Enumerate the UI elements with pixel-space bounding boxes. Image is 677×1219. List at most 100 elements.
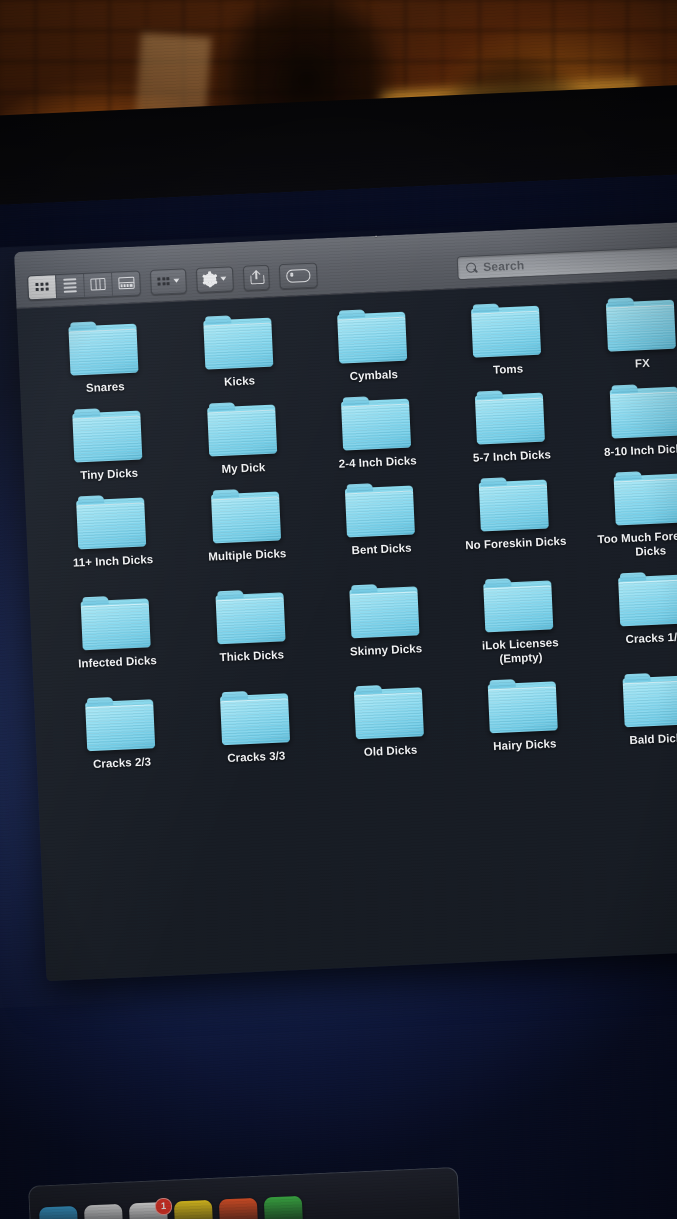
file-label: Cymbals: [349, 369, 399, 384]
search-icon: [466, 262, 477, 273]
file-label: Infected Dicks: [77, 655, 158, 671]
view-mode-segmented-control[interactable]: [27, 269, 142, 300]
folder-icon: [80, 594, 151, 651]
dock-item[interactable]: [218, 1197, 259, 1219]
share-icon: [250, 269, 265, 285]
icon-view-button[interactable]: [28, 274, 58, 299]
list-view-button[interactable]: [56, 273, 86, 298]
file-label: My Dick: [221, 462, 266, 476]
file-item[interactable]: Bent Dicks: [312, 480, 450, 574]
file-label: iLok Licenses (Empty): [481, 637, 559, 666]
folder-icon: [475, 389, 546, 445]
gallery-icon: [117, 276, 135, 290]
dock-item[interactable]: [83, 1203, 124, 1219]
file-item[interactable]: 8-10 Inch Dicks: [576, 381, 677, 461]
file-item[interactable]: Cymbals: [304, 306, 442, 386]
dock-item[interactable]: [38, 1205, 79, 1219]
folder-icon: [202, 314, 273, 370]
folder-icon: [622, 671, 677, 728]
action-menu-button[interactable]: [196, 265, 235, 293]
file-item[interactable]: Skinny Dicks: [316, 581, 454, 675]
folder-icon: [353, 683, 424, 740]
file-label: Thick Dicks: [219, 649, 285, 665]
folder-icon: [215, 588, 286, 645]
tags-button[interactable]: [278, 262, 319, 289]
file-label: Bald Dicks: [629, 732, 677, 748]
folder-icon: [210, 488, 281, 544]
file-item[interactable]: My Dick: [173, 399, 311, 479]
folder-icon: [68, 320, 139, 376]
folder-icon: [344, 482, 415, 538]
file-item[interactable]: 2-4 Inch Dicks: [308, 393, 446, 473]
file-item[interactable]: Cracks 1/3: [585, 569, 677, 663]
folder-icon: [617, 570, 677, 627]
file-label: Too Much Foreskin Dicks: [597, 529, 677, 559]
search-input[interactable]: Search: [456, 245, 677, 281]
file-label: FX: [634, 357, 651, 371]
file-label: Kicks: [223, 375, 256, 389]
folder-icon: [613, 470, 677, 526]
list-icon: [63, 278, 77, 293]
file-item[interactable]: Thick Dicks: [182, 587, 320, 681]
file-label: Cracks 3/3: [227, 750, 286, 766]
file-label: 2-4 Inch Dicks: [338, 455, 417, 471]
folder-icon: [605, 296, 676, 352]
file-item[interactable]: Hairy Dicks: [455, 676, 593, 756]
folder-icon: [76, 493, 147, 550]
file-label: Snares: [85, 381, 125, 395]
file-item[interactable]: Kicks: [169, 312, 307, 392]
file-item[interactable]: Cracks 3/3: [186, 688, 324, 768]
file-label: 8-10 Inch Dicks: [603, 443, 677, 459]
file-item[interactable]: Too Much Foreskin Dicks: [580, 468, 677, 562]
file-label: Cracks 1/3: [625, 631, 677, 647]
file-label: Old Dicks: [363, 744, 418, 760]
file-label: Hairy Dicks: [493, 738, 557, 754]
file-label: 11+ Inch Dicks: [72, 554, 154, 570]
file-label: Tiny Dicks: [80, 467, 139, 483]
file-item[interactable]: Snares: [35, 318, 173, 398]
file-label: Multiple Dicks: [208, 548, 287, 564]
share-button[interactable]: [243, 264, 271, 291]
column-view-button[interactable]: [84, 272, 114, 297]
file-label: Cracks 2/3: [92, 756, 152, 772]
gallery-view-button[interactable]: [112, 271, 140, 295]
folder-icon: [349, 582, 420, 639]
file-item[interactable]: Multiple Dicks: [177, 486, 315, 580]
file-item[interactable]: No Foreskin Dicks: [446, 474, 584, 568]
folder-icon: [206, 401, 277, 457]
file-item[interactable]: FX: [572, 294, 677, 374]
folder-icon: [85, 695, 156, 752]
file-item[interactable]: 5-7 Inch Dicks: [442, 387, 580, 467]
dock-item[interactable]: [263, 1195, 304, 1219]
tag-icon: [286, 268, 311, 283]
file-grid: Snares Kicks Cymbals Toms FX Tiny Dicks My Dic…: [35, 294, 677, 774]
file-item[interactable]: Cracks 2/3: [52, 694, 190, 774]
badge: 1: [154, 1197, 173, 1216]
file-item[interactable]: 11+ Inch Dicks: [43, 492, 181, 586]
folder-icon: [609, 383, 677, 439]
folder-icon: [471, 302, 542, 358]
file-label: Bent Dicks: [351, 542, 412, 558]
folder-icon: [488, 677, 559, 734]
dock-item[interactable]: 1: [128, 1197, 173, 1219]
file-item[interactable]: Infected Dicks: [47, 593, 185, 687]
file-item[interactable]: Old Dicks: [320, 682, 458, 762]
file-label: No Foreskin Dicks: [465, 535, 567, 553]
arrange-by-button[interactable]: [149, 267, 188, 295]
screenshot-root: Samples: [0, 0, 677, 1219]
file-item[interactable]: iLok Licenses (Empty): [450, 575, 588, 669]
search-placeholder: Search: [482, 258, 525, 275]
file-item[interactable]: Toms: [438, 300, 576, 380]
grid-icon: [35, 282, 49, 291]
dock-item[interactable]: [173, 1199, 214, 1219]
finder-window-wrapper: Samples: [14, 220, 677, 982]
chevron-down-icon: [173, 278, 180, 283]
folder-icon: [479, 476, 550, 532]
chevron-down-icon: [220, 276, 227, 281]
file-item[interactable]: Bald Dicks: [589, 670, 677, 750]
file-grid-area: Snares Kicks Cymbals Toms FX Tiny Dicks My Dic…: [16, 277, 677, 982]
file-item[interactable]: Tiny Dicks: [39, 405, 177, 485]
file-label: Skinny Dicks: [349, 643, 423, 659]
folder-icon: [219, 689, 290, 746]
columns-icon: [90, 277, 106, 291]
